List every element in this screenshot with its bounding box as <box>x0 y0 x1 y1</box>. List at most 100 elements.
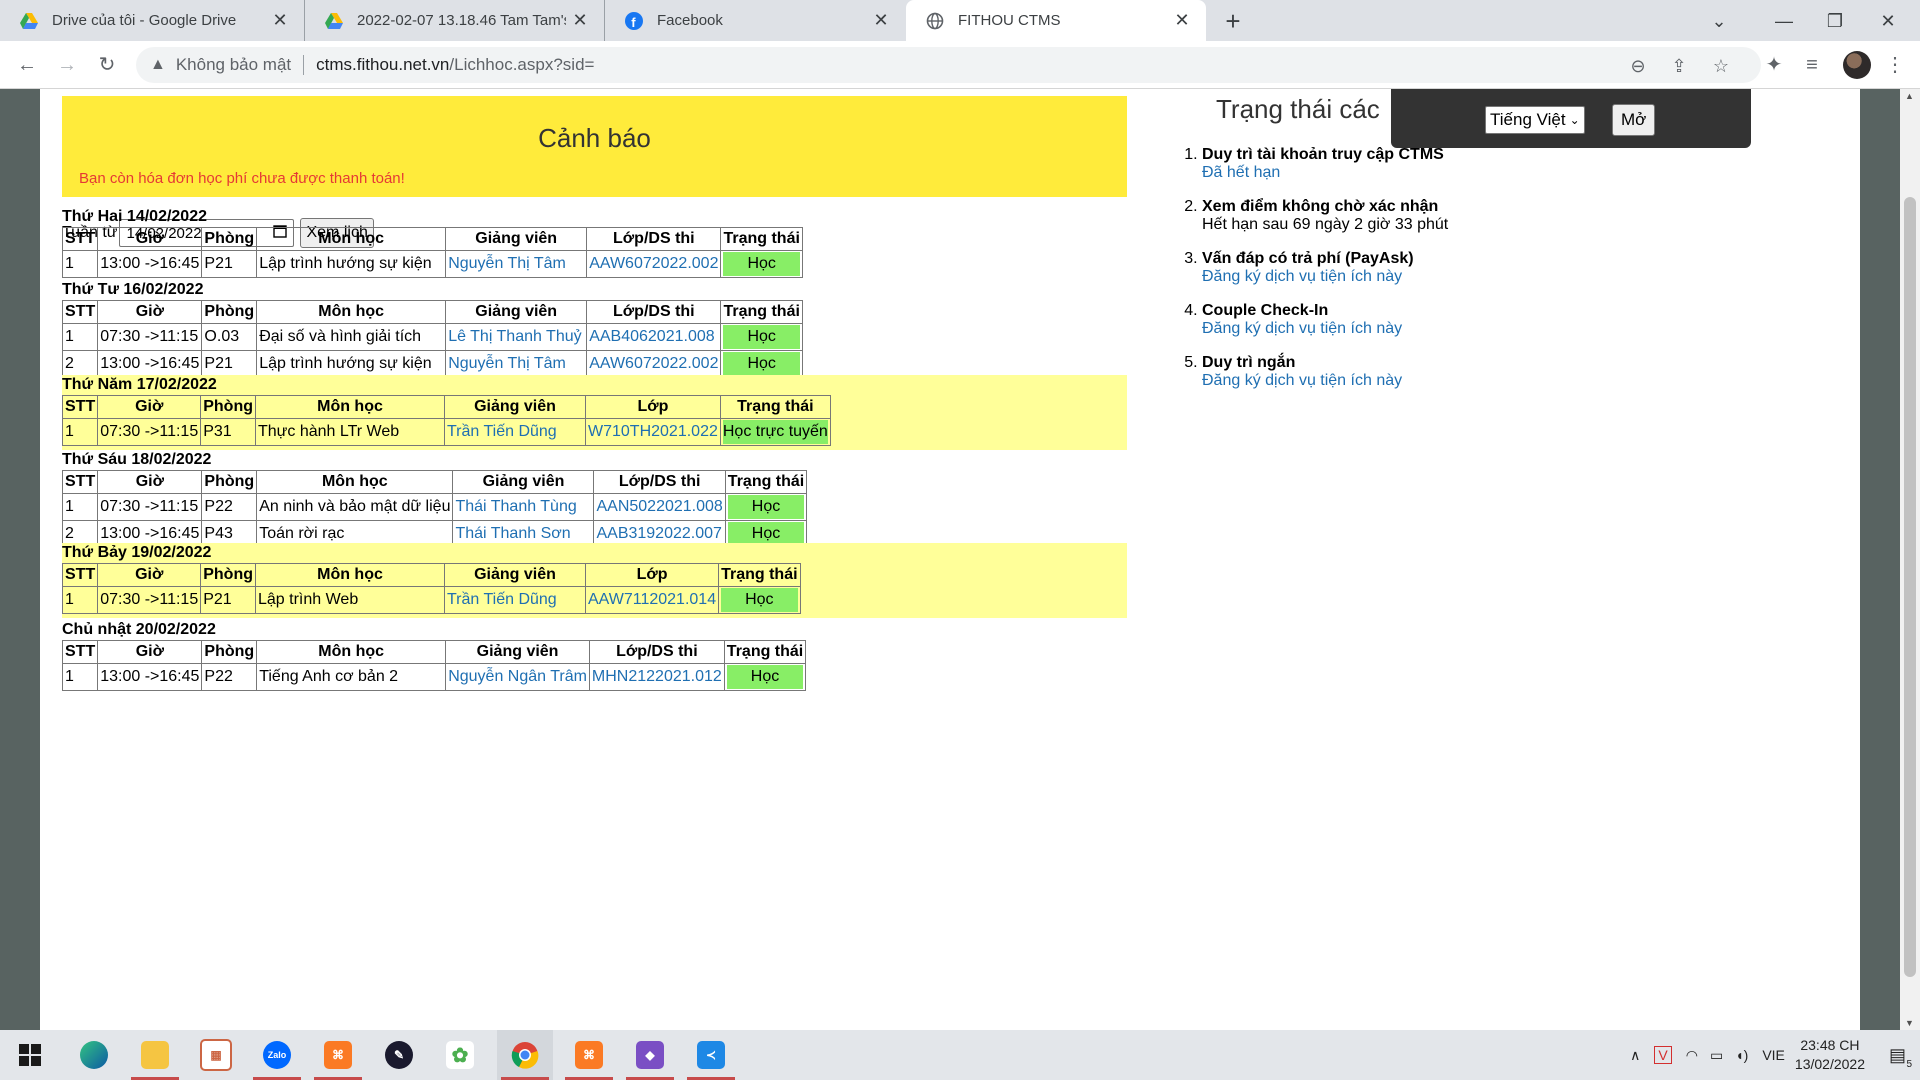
column-header: Trạng thái <box>720 300 803 324</box>
app-icon[interactable]: ✎ <box>371 1030 427 1080</box>
service-status-link[interactable]: Đã hết hạn <box>1202 164 1562 182</box>
table-cell: Học <box>723 663 807 691</box>
table-cell: 2 <box>61 350 99 378</box>
column-header: Môn học <box>256 640 447 664</box>
scrollbar-thumb[interactable] <box>1904 197 1916 977</box>
table-cell: AAB4062021.008 <box>586 323 722 351</box>
tray-app-icon[interactable]: V <box>1654 1046 1672 1064</box>
service-title: Duy trì ngắn <box>1202 354 1296 371</box>
sidebar-title: Trạng thái các <box>1216 94 1380 124</box>
class-link[interactable]: AAW6072022.002 <box>589 255 718 272</box>
wifi-icon[interactable]: ◠ <box>1686 1047 1698 1064</box>
vscode-icon[interactable]: ≺ <box>683 1030 739 1080</box>
lecturer-link[interactable]: Trần Tiến Dũng <box>447 591 557 608</box>
column-header: STT <box>61 300 99 324</box>
lecturer-link[interactable]: Nguyễn Thị Tâm <box>448 355 566 372</box>
bookmark-star-icon[interactable]: ☆ <box>1708 53 1734 79</box>
class-link[interactable]: W710TH2021.022 <box>588 423 718 440</box>
close-tab-icon[interactable]: ✕ <box>566 10 594 31</box>
cell-text: 13:00 ->16:45 <box>100 668 200 685</box>
close-tab-icon[interactable]: ✕ <box>1168 10 1196 31</box>
column-header: Giờ <box>97 300 203 324</box>
warning-triangle-icon: ▲ <box>150 56 166 73</box>
new-tab-button[interactable]: + <box>1218 6 1248 36</box>
zoom-icon[interactable]: ⊖ <box>1625 53 1651 79</box>
language-select[interactable]: Tiếng Việt ⌄ <box>1485 106 1585 134</box>
profile-avatar[interactable] <box>1843 51 1871 79</box>
table-cell: 07:30 ->11:15 <box>97 493 203 521</box>
tab-search-icon[interactable]: ⌄ <box>1699 6 1739 36</box>
back-icon[interactable]: ← <box>12 50 42 80</box>
restore-icon[interactable]: ❐ <box>1815 6 1855 36</box>
status-badge: Học <box>723 252 800 276</box>
file-explorer-icon[interactable] <box>127 1030 183 1080</box>
chevron-up-icon[interactable]: ∧ <box>1630 1047 1640 1064</box>
table-cell: Nguyễn Ngân Trâm <box>445 663 590 691</box>
clock[interactable]: 23:48 CH 13/02/2022 <box>1795 1036 1865 1074</box>
green-app-icon[interactable]: ✿ <box>432 1030 488 1080</box>
lecturer-link[interactable]: Nguyễn Ngân Trâm <box>448 668 587 685</box>
menu-kebab-icon[interactable]: ⋮ <box>1880 50 1910 80</box>
visual-studio-icon[interactable]: ◆ <box>622 1030 678 1080</box>
tab-google-drive[interactable]: Drive của tôi - Google Drive ✕ <box>0 0 305 41</box>
column-header: Phòng <box>200 395 256 419</box>
security-label: Không bảo mật <box>175 55 292 74</box>
tab-facebook[interactable]: f Facebook ✕ <box>605 0 905 41</box>
xampp-icon[interactable]: ⌘ <box>310 1030 366 1080</box>
status-badge: Học <box>727 495 805 519</box>
table-cell: AAW6072022.002 <box>586 250 722 278</box>
table-cell: O.03 <box>201 323 258 351</box>
chrome-icon[interactable] <box>497 1030 553 1080</box>
chevron-down-icon: ⌄ <box>1569 113 1580 127</box>
lecturer-link[interactable]: Nguyễn Thị Tâm <box>448 255 566 272</box>
scroll-down-icon[interactable]: ▼ <box>1905 1018 1914 1028</box>
address-bar[interactable]: ▲ Không bảo mật ctms.fithou.net.vn /Lich… <box>136 47 1761 83</box>
class-link[interactable]: AAW7112021.014 <box>588 591 716 608</box>
extensions-icon[interactable]: ✦ <box>1759 50 1789 80</box>
reload-icon[interactable]: ↻ <box>92 50 122 80</box>
zalo-icon[interactable]: Zalo <box>249 1030 305 1080</box>
media-control-icon[interactable]: ≡ <box>1797 50 1827 80</box>
class-link[interactable]: AAN5022021.008 <box>596 498 722 515</box>
forward-icon[interactable]: → <box>52 50 82 80</box>
cell-text: 07:30 ->11:15 <box>100 591 199 608</box>
column-header: Phòng <box>201 640 258 664</box>
class-link[interactable]: AAB3192022.007 <box>596 525 721 542</box>
tab-fithou-ctms[interactable]: FITHOU CTMS ✕ <box>906 0 1206 41</box>
service-register-link[interactable]: Đăng ký dịch vụ tiện ích này <box>1202 372 1562 390</box>
column-header: Trạng thái <box>719 395 831 419</box>
share-icon[interactable]: ⇪ <box>1666 53 1692 79</box>
volume-icon[interactable]: ◖) <box>1735 1047 1748 1063</box>
vertical-scrollbar[interactable]: ▲ ▼ <box>1900 89 1920 1030</box>
language-indicator[interactable]: VIE <box>1762 1047 1785 1063</box>
column-header: Trạng thái <box>723 640 807 664</box>
class-link[interactable]: AAB4062021.008 <box>589 328 714 345</box>
lecturer-link[interactable]: Thái Thanh Sơn <box>455 525 570 542</box>
xampp-icon[interactable]: ⌘ <box>561 1030 617 1080</box>
class-link[interactable]: MHN2122021.012 <box>592 668 722 685</box>
grid-app-icon[interactable]: ▦ <box>188 1030 244 1080</box>
close-tab-icon[interactable]: ✕ <box>266 10 294 31</box>
open-button[interactable]: Mở <box>1612 104 1656 136</box>
battery-icon[interactable]: ▭ <box>1710 1047 1723 1064</box>
close-tab-icon[interactable]: ✕ <box>867 10 895 31</box>
minimize-icon[interactable]: — <box>1764 6 1804 36</box>
column-header: Giảng viên <box>452 470 595 494</box>
cell-text: 07:30 ->11:15 <box>100 328 199 345</box>
service-register-link[interactable]: Đăng ký dịch vụ tiện ích này <box>1202 320 1562 338</box>
class-link[interactable]: AAW6072022.002 <box>589 355 718 372</box>
tab-drive-file[interactable]: 2022-02-07 13.18.46 Tam Tam's P ✕ <box>305 0 605 41</box>
lecturer-link[interactable]: Lê Thị Thanh Thuỷ <box>448 328 581 345</box>
table-header-row: STT Giờ Phòng Môn học Giảng viên Lớp/DS thi Tr… <box>61 640 807 664</box>
notification-icon[interactable]: ▤ 5 <box>1889 1045 1912 1070</box>
scroll-up-icon[interactable]: ▲ <box>1905 91 1914 101</box>
table-header-row: STT Giờ Phòng Môn học Giảng viên Lớp/DS thi Tr… <box>61 227 803 251</box>
edge-icon[interactable] <box>66 1030 122 1080</box>
lecturer-link[interactable]: Thái Thanh Tùng <box>455 498 576 515</box>
cell-text: 1 <box>65 498 74 515</box>
close-window-icon[interactable]: ✕ <box>1868 6 1908 36</box>
lecturer-link[interactable]: Trần Tiến Dũng <box>447 423 557 440</box>
start-icon[interactable] <box>2 1030 58 1080</box>
service-register-link[interactable]: Đăng ký dịch vụ tiện ích này <box>1202 268 1562 286</box>
day-heading: Thứ Tư 16/02/2022 <box>62 281 204 298</box>
